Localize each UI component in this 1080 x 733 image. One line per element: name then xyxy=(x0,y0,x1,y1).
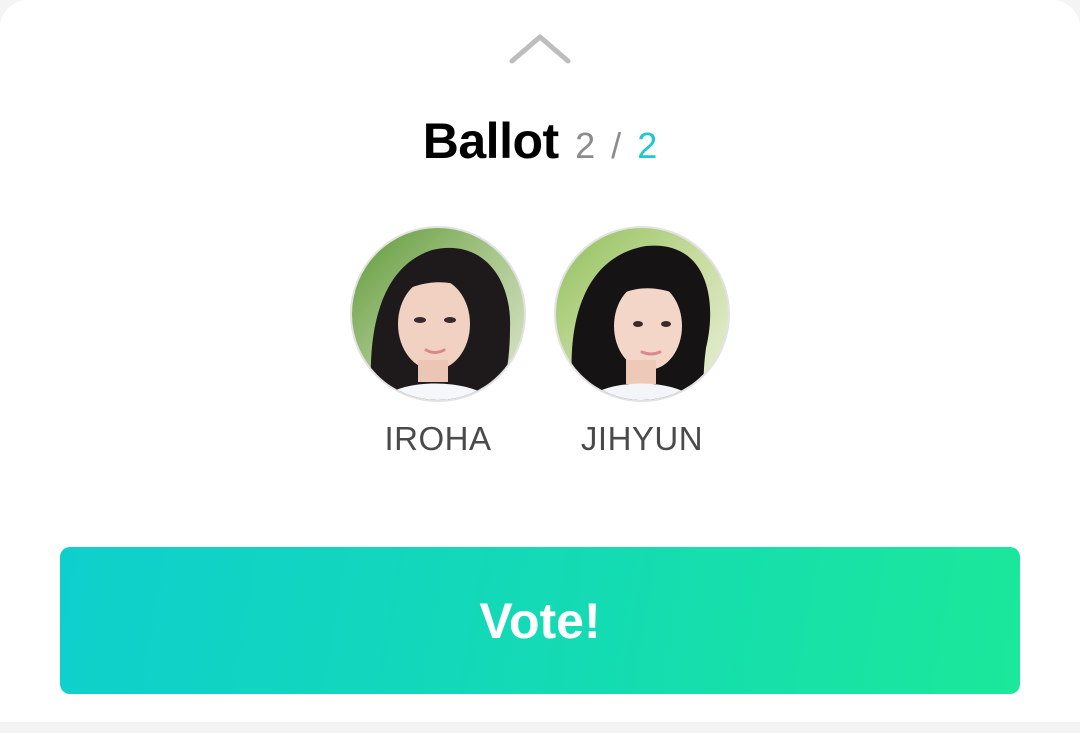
avatar xyxy=(554,226,730,402)
count-total: 2 xyxy=(637,125,658,166)
vote-button[interactable]: Vote! xyxy=(60,547,1020,694)
ballot-counter: 2 / 2 xyxy=(575,125,657,166)
avatar xyxy=(350,226,526,402)
candidate-name: JIHYUN xyxy=(580,420,704,457)
page-title: Ballot xyxy=(422,113,559,169)
avatar-photo xyxy=(352,228,524,400)
avatar-photo xyxy=(556,228,728,400)
collapse-handle[interactable] xyxy=(505,28,575,68)
candidate-jihyun[interactable]: JIHYUN xyxy=(554,226,730,458)
count-separator: / xyxy=(611,125,622,166)
candidate-iroha[interactable]: IROHA xyxy=(350,226,526,458)
count-current: 2 xyxy=(575,125,596,166)
ballot-header: Ballot 2 / 2 xyxy=(0,112,1080,176)
ballot-sheet: Ballot 2 / 2 IROHA JIHYUN Vote! xyxy=(0,0,1080,733)
bottom-divider xyxy=(0,722,1080,733)
candidate-name: IROHA xyxy=(384,420,492,457)
chevron-up-icon xyxy=(509,34,571,64)
